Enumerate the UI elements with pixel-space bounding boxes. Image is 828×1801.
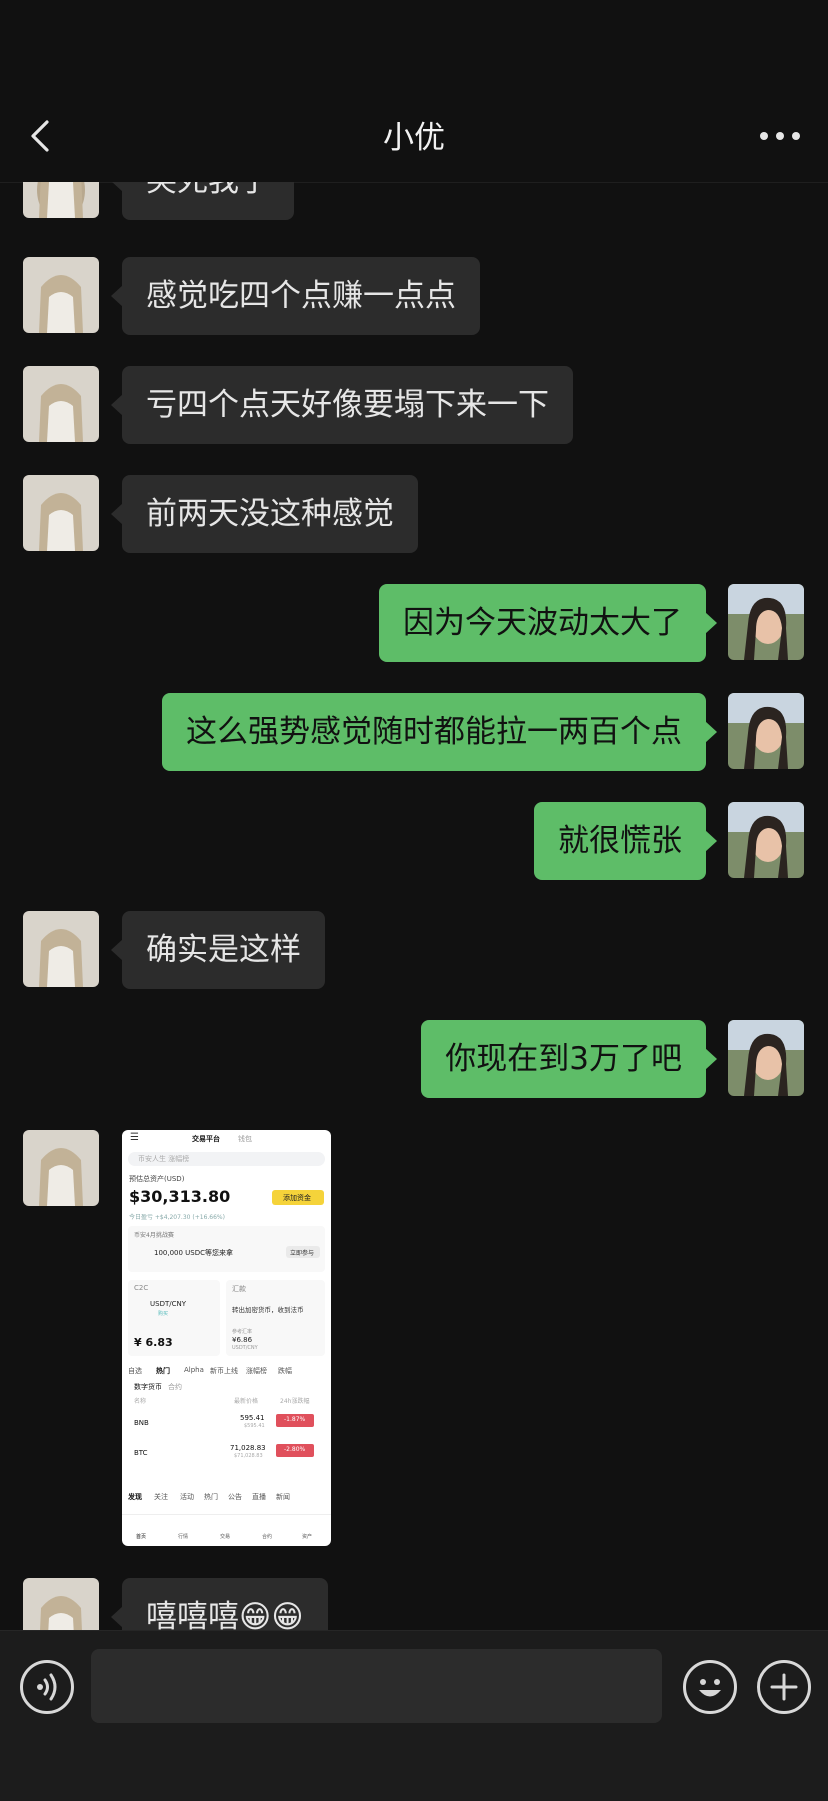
message-bubble[interactable]: 因为今天波动太大了 (379, 584, 717, 662)
market-tabs: 自选 热门 Alpha 新币上线 涨幅榜 跌幅 (128, 1366, 292, 1375)
message-bubble[interactable]: 你现在到3万了吧 (421, 1020, 717, 1098)
chat-title: 小优 (383, 120, 445, 156)
balance-value: $30,313.80 (129, 1187, 231, 1206)
search-box: 币安人生 涨幅榜 (128, 1152, 325, 1166)
asset-label: 预估总资产(USD) (129, 1175, 185, 1183)
coin-row: BNB 595.41 $595.41 -1.87% (122, 1410, 331, 1438)
chat-header: 小优 (0, 90, 828, 183)
remit-card: 汇款 转出加密货币，收到法币 参考汇率 ¥6.86 USDT/CNY (226, 1280, 325, 1356)
my-avatar[interactable] (728, 1020, 804, 1096)
message-list[interactable]: 笑死我了 感觉吃四个点赚一点点 亏四个点天好像要塌下来一下 前两天没这种感觉 因… (0, 182, 828, 1630)
message-bubble[interactable]: 亏四个点天好像要塌下来一下 (111, 366, 573, 444)
tab-trade: 交易平台 (192, 1135, 220, 1143)
message-bubble[interactable]: 确实是这样 (111, 911, 325, 989)
contact-avatar[interactable] (23, 366, 99, 442)
message-bubble[interactable]: 就很慌张 (534, 802, 717, 880)
my-avatar[interactable] (728, 584, 804, 660)
c2c-card: C2C USDT/CNY 购买 ¥ 6.83 (128, 1280, 220, 1356)
contact-avatar[interactable] (23, 257, 99, 333)
contact-avatar[interactable] (23, 1578, 99, 1630)
contact-avatar[interactable] (23, 182, 99, 218)
contact-avatar[interactable] (23, 475, 99, 551)
coin-row: BTC 71,028.83 $71,028.83 -2.80% (122, 1440, 331, 1468)
menu-icon: ☰ (130, 1132, 139, 1143)
add-funds-button: 添加资金 (272, 1190, 324, 1205)
tab-wallet: 钱包 (238, 1135, 252, 1143)
contact-avatar[interactable] (23, 911, 99, 987)
my-avatar[interactable] (728, 693, 804, 769)
message-bubble[interactable]: 前两天没这种感觉 (111, 475, 418, 553)
feed-tabs: 发现 关注 活动 热门 公告 直播 新闻 (128, 1493, 290, 1501)
pnl-text: 今日盈亏 +$4,207.30 (+16.66%) (129, 1214, 225, 1221)
image-message[interactable]: ☰ 交易平台 钱包 币安人生 涨幅榜 预估总资产(USD) $30,313.80… (122, 1130, 331, 1546)
status-bar (0, 0, 828, 90)
contact-avatar[interactable] (23, 1130, 99, 1206)
message-bubble[interactable]: 感觉吃四个点赚一点点 (111, 257, 480, 335)
message-input[interactable] (91, 1649, 662, 1723)
message-bubble[interactable]: 笑死我了 (111, 182, 294, 220)
bottom-nav: 首页 行情 交易 合约 资产 (122, 1514, 331, 1546)
my-avatar[interactable] (728, 802, 804, 878)
message-bubble[interactable]: 这么强势感觉随时都能拉一两百个点 (162, 693, 717, 771)
voice-icon[interactable] (20, 1660, 74, 1714)
plus-icon[interactable] (757, 1660, 811, 1714)
message-bubble[interactable]: 嘻嘻嘻😁😁 (111, 1578, 328, 1630)
more-icon[interactable] (754, 116, 806, 156)
promo-card: 币安4月挑战赛 100,000 USDC等您来拿 立即参与 (128, 1226, 325, 1272)
input-bar (0, 1630, 828, 1801)
emoji-icon[interactable] (683, 1660, 737, 1714)
